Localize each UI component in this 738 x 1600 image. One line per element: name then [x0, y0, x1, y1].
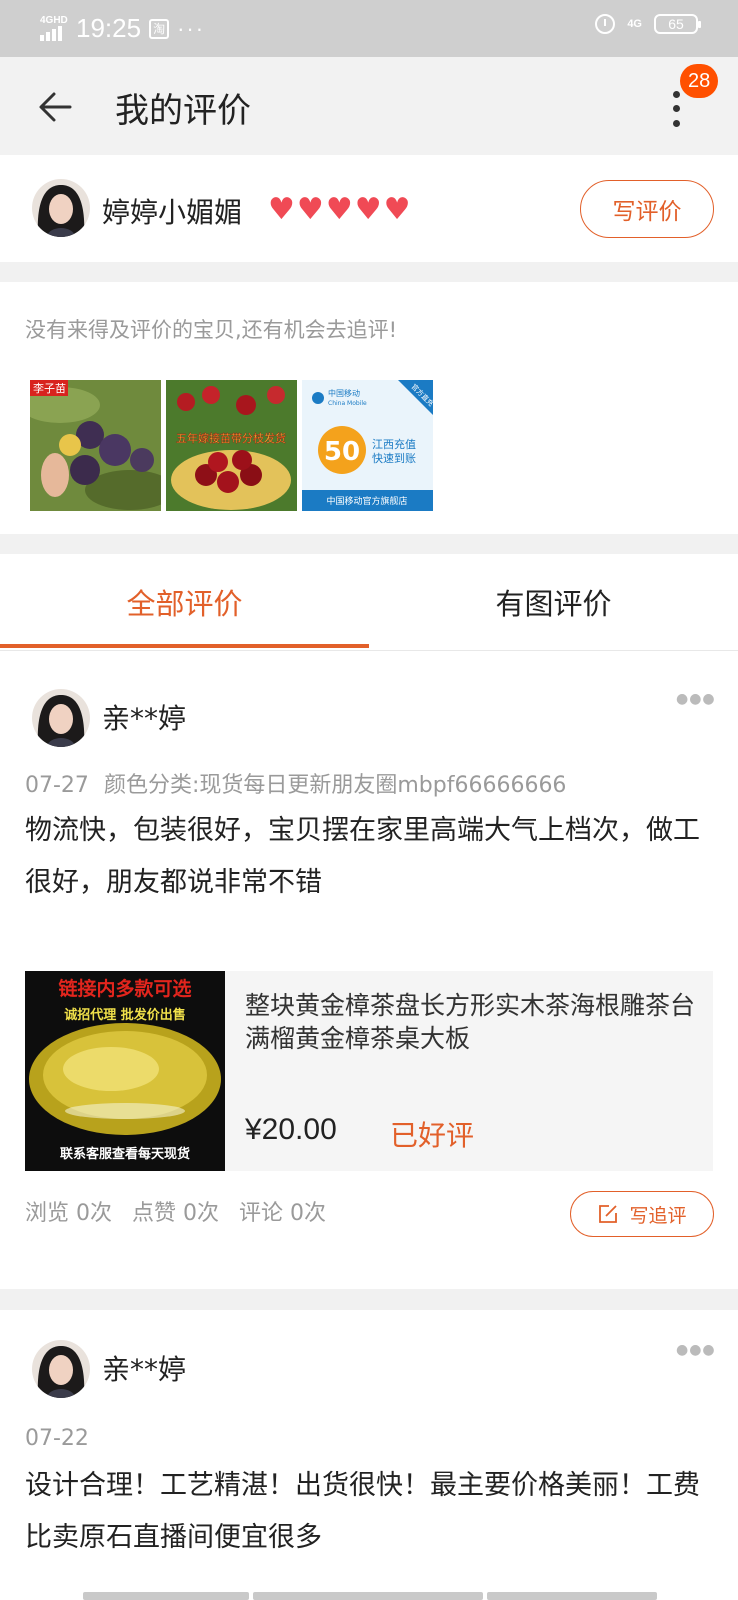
write-followup-button[interactable]: 写追评: [570, 1191, 714, 1237]
pending-hint: 没有来得及评价的宝贝,还有机会去追评!: [25, 318, 398, 342]
product-title: 整块黄金樟茶盘长方形实木茶海根雕茶台满榴黄金樟茶桌大板: [245, 991, 696, 1053]
review-date: 07-27: [25, 773, 89, 798]
thumb-brand-text: 中国移动: [328, 388, 360, 398]
heart-icon: ♥: [325, 192, 353, 227]
thumb-caption-text: 五年嫁接苗带分枝发货: [176, 431, 286, 445]
review-status: 已好评: [390, 1119, 475, 1152]
product-price: ¥20.00: [245, 1113, 337, 1146]
reviewed-product[interactable]: 链接内多款可选 诚招代理 批发价出售 联系客服查看每天现货 整块黄金樟茶盘长方形…: [25, 971, 713, 1171]
review-options-icon[interactable]: ●●●: [676, 691, 716, 707]
bottom-image-strip: [487, 1592, 657, 1600]
product-image-bottom-text: 联系客服查看每天现货: [60, 1146, 190, 1162]
heart-icon: ♥: [383, 192, 411, 227]
tab-photo-reviews[interactable]: 有图评价: [369, 554, 738, 650]
product-image-top-text: 链接内多款可选: [58, 977, 191, 1000]
back-arrow-icon[interactable]: [36, 87, 76, 127]
review-avatar[interactable]: [32, 689, 90, 747]
review-meta: 07-27 颜色分类:现货每日更新朋友圈mbpf66666666: [25, 767, 566, 799]
product-image: 链接内多款可选 诚招代理 批发价出售 联系客服查看每天现货: [25, 971, 225, 1171]
battery-icon: 65: [654, 14, 701, 34]
bottom-image-strip: [253, 1592, 483, 1600]
review-text: 设计合理！工艺精湛！出货很快！最主要价格美丽！工费比卖原石直播间便宜很多: [25, 1470, 700, 1553]
edit-icon: [599, 1205, 618, 1223]
thumb-brand-en-text: China Mobile: [328, 400, 367, 407]
heart-icon: ♥: [354, 192, 382, 227]
pending-review-card: 没有来得及评价的宝贝,还有机会去追评! 李子苗 五年嫁接苗带分枝发货 官方直充 …: [0, 282, 738, 534]
review-options-icon[interactable]: ●●●: [676, 1342, 716, 1358]
reviewer-name: 亲**婷: [102, 1353, 187, 1386]
thumb-badge-text: 李子苗: [33, 381, 66, 395]
network-type: 4GHD: [40, 14, 68, 26]
view-count: 浏览 0次: [25, 1201, 112, 1226]
top-bar: 我的评价 28: [0, 57, 738, 155]
write-followup-label: 写追评: [629, 1204, 687, 1227]
avatar[interactable]: [32, 179, 90, 237]
heart-icon: ♥: [296, 192, 324, 227]
thumb-line1-text: 江西充值: [372, 437, 416, 451]
clock: 19:25: [76, 13, 142, 43]
thumb-line2-text: 快速到账: [372, 452, 416, 465]
message-badge: 28: [680, 64, 719, 98]
write-review-button[interactable]: 写评价: [580, 180, 714, 238]
bottom-image-strip: [83, 1592, 249, 1600]
review-tabs: 全部评价 有图评价: [0, 554, 738, 651]
comment-count[interactable]: 评论 0次: [239, 1195, 326, 1227]
heart-icon: ♥: [268, 192, 295, 227]
profile-card: 婷婷小媚媚 ♥ ♥ ♥ ♥ ♥ 写评价: [0, 155, 738, 262]
thumb-footer-text: 中国移动官方旗舰店: [326, 495, 407, 507]
tab-all-reviews[interactable]: 全部评价: [0, 554, 369, 650]
pending-item-plum-seedling[interactable]: 李子苗: [30, 380, 161, 511]
product-image-mid-text: 诚招代理 批发价出售: [64, 1007, 186, 1023]
review-text: 物流快，包装很好，宝贝摆在家里高端大气上档次，做工很好，朋友都说非常不错: [25, 815, 700, 898]
review-card: 亲**婷 ●●● 07-22 设计合理！工艺精湛！出货很快！最主要价格美丽！工费…: [0, 1310, 738, 1600]
like-count[interactable]: 点赞 0次: [132, 1195, 219, 1227]
more-notifications-icon: ···: [177, 15, 206, 41]
thumb-amount-text: 50: [324, 437, 360, 467]
review-stats: 浏览 0次 点赞 0次 评论 0次: [25, 1195, 326, 1227]
review-spec: 颜色分类:现货每日更新朋友圈mbpf66666666: [103, 773, 567, 798]
network-right: 4G: [627, 17, 642, 30]
review-avatar[interactable]: [32, 1340, 90, 1398]
signal-icon: 4GHD: [40, 15, 68, 43]
status-bar: 4GHD 19:25 淘 ··· 4G 65: [0, 0, 738, 57]
alarm-icon: [595, 14, 616, 34]
pending-item-mobile-recharge[interactable]: 官方直充 中国移动 China Mobile 50 江西充值 快速到账 中国移动…: [302, 380, 433, 511]
pending-item-cherry-seedling[interactable]: 五年嫁接苗带分枝发货: [166, 380, 297, 511]
active-tab-indicator: [0, 644, 369, 648]
page-title: 我的评价: [115, 91, 251, 131]
reviewer-name: 亲**婷: [102, 702, 187, 735]
taobao-notification-icon: 淘: [149, 18, 170, 39]
reputation-hearts: ♥ ♥ ♥ ♥ ♥: [268, 193, 411, 227]
profile-name: 婷婷小媚媚: [102, 196, 243, 229]
review-card: 亲**婷 ●●● 07-27 颜色分类:现货每日更新朋友圈mbpf6666666…: [0, 651, 738, 1289]
review-date: 07-22: [25, 1426, 89, 1451]
more-menu-icon[interactable]: [664, 87, 688, 131]
